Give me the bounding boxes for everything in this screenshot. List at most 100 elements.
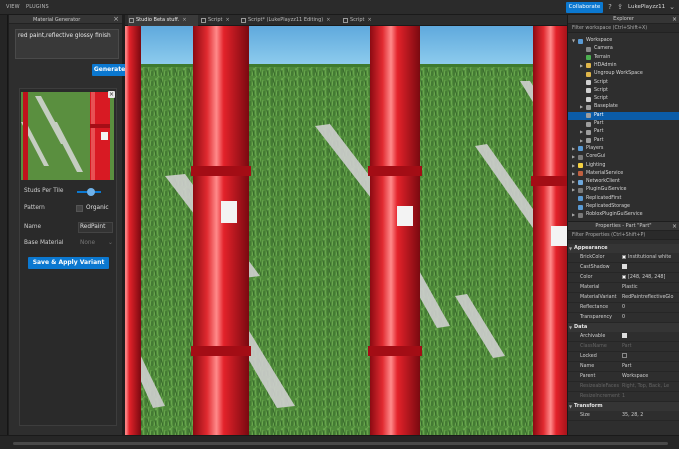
property-value[interactable]: Institutional white xyxy=(622,253,678,263)
username[interactable]: LukePlayzz11 xyxy=(628,4,665,10)
property-row[interactable]: Locked xyxy=(568,352,679,362)
color-swatch[interactable] xyxy=(622,254,626,259)
property-row[interactable]: Transparency 0 xyxy=(568,313,679,323)
chevron-right-icon[interactable]: ▶ xyxy=(572,145,575,153)
save-apply-variant-button[interactable]: Save & Apply Variant xyxy=(28,257,109,269)
explorer-item[interactable]: ▶ Baseplate xyxy=(568,103,679,111)
property-row[interactable]: MaterialVariant RedPaintreflectiveGlo xyxy=(568,293,679,303)
property-value[interactable]: Right, Top, Back, Le xyxy=(622,382,678,392)
property-checkbox[interactable] xyxy=(622,353,627,358)
explorer-item[interactable]: ▶ PluginGuiService xyxy=(568,186,679,194)
chevron-right-icon[interactable]: ▶ xyxy=(580,103,583,111)
property-value[interactable]: 1 xyxy=(622,392,678,402)
property-value[interactable] xyxy=(622,352,678,362)
chevron-right-icon[interactable]: ▶ xyxy=(580,137,583,145)
property-section-header[interactable]: ▼ Data xyxy=(568,323,679,332)
property-row[interactable]: Material Plastic xyxy=(568,283,679,293)
explorer-item[interactable]: ReplicatedStorage xyxy=(568,203,679,211)
explorer-item[interactable]: ▶ CoreGui xyxy=(568,153,679,161)
property-value[interactable] xyxy=(622,332,678,342)
base-material-select[interactable]: None xyxy=(80,240,95,246)
explorer-item[interactable]: ▶ Part xyxy=(568,137,679,145)
property-row[interactable]: Parent Workspace xyxy=(568,372,679,382)
close-icon[interactable]: × xyxy=(182,17,186,23)
properties-filter-input[interactable]: Filter Properties (Ctrl+Shift+P) xyxy=(568,231,679,240)
explorer-filter-input[interactable]: Filter workspace (Ctrl+Shift+X) xyxy=(568,24,679,33)
tab-script-2[interactable]: Script × xyxy=(342,15,380,26)
tab-script[interactable]: Script × xyxy=(200,15,238,26)
explorer-item[interactable]: ▶ Players xyxy=(568,145,679,153)
chevron-right-icon[interactable]: ▶ xyxy=(580,62,583,70)
property-section-header[interactable]: ▼ Appearance xyxy=(568,244,679,253)
property-row[interactable]: Size 35, 28, 2 xyxy=(568,411,679,421)
property-section-header[interactable]: ▼ Transform xyxy=(568,402,679,411)
chevron-right-icon[interactable]: ▶ xyxy=(572,153,575,161)
chevron-down-icon[interactable]: ▼ xyxy=(569,402,572,411)
share-icon[interactable]: ⇪ xyxy=(616,3,624,11)
menu-plugins[interactable]: PLUGINS xyxy=(26,4,49,10)
chevron-right-icon[interactable]: ▶ xyxy=(580,128,583,136)
prompt-input[interactable]: red paint,reflective glossy finish xyxy=(15,29,119,59)
explorer-item[interactable]: Script xyxy=(568,87,679,95)
close-icon[interactable]: × xyxy=(226,17,230,23)
property-row[interactable]: ResizeIncrement 1 xyxy=(568,392,679,402)
generate-button[interactable]: Generate xyxy=(92,64,127,76)
property-row[interactable]: ClassName Part xyxy=(568,342,679,352)
property-value[interactable]: 35, 28, 2 xyxy=(622,411,678,421)
property-row[interactable]: CastShadow xyxy=(568,263,679,273)
explorer-item[interactable]: ▼ Workspace xyxy=(568,37,679,45)
chevron-right-icon[interactable]: ▶ xyxy=(572,170,575,178)
explorer-item[interactable]: Script xyxy=(568,95,679,103)
explorer-item[interactable]: Script xyxy=(568,79,679,87)
explorer-item[interactable]: Camera xyxy=(568,45,679,53)
explorer-item[interactable]: ▶ HDAdmin xyxy=(568,62,679,70)
property-value[interactable]: 0 xyxy=(622,303,678,313)
pattern-checkbox[interactable] xyxy=(76,205,83,212)
property-row[interactable]: Archivable xyxy=(568,332,679,342)
explorer-item[interactable]: ▶ MaterialService xyxy=(568,170,679,178)
explorer-item[interactable]: Ungroup WorkSpace xyxy=(568,70,679,78)
property-value[interactable]: [248, 248, 248] xyxy=(622,273,678,283)
property-value[interactable]: Workspace xyxy=(622,372,678,382)
chevron-right-icon[interactable]: ▶ xyxy=(572,162,575,170)
property-row[interactable]: ResizeableFaces Right, Top, Back, Le xyxy=(568,382,679,392)
property-checkbox[interactable] xyxy=(622,264,627,269)
3d-viewport[interactable] xyxy=(125,26,567,435)
menu-view[interactable]: VIEW xyxy=(6,4,20,10)
slider-handle[interactable] xyxy=(87,187,96,196)
property-value[interactable] xyxy=(622,263,678,273)
explorer-item[interactable]: ▶ Part xyxy=(568,128,679,136)
explorer-item[interactable]: Part xyxy=(568,120,679,128)
chevron-down-icon[interactable]: ▼ xyxy=(569,323,572,332)
property-value[interactable]: RedPaintreflectiveGlo xyxy=(622,293,678,303)
color-swatch[interactable] xyxy=(622,274,626,279)
property-value[interactable]: Plastic xyxy=(622,283,678,293)
close-icon[interactable]: × xyxy=(108,91,115,98)
chevron-down-icon[interactable]: ⌄ xyxy=(108,240,113,246)
property-value[interactable]: 0 xyxy=(622,313,678,323)
close-icon[interactable]: × xyxy=(326,17,330,23)
collaborate-button[interactable]: Collaborate xyxy=(566,2,603,13)
explorer-item[interactable]: ReplicatedFirst xyxy=(568,195,679,203)
chevron-down-icon[interactable]: ▼ xyxy=(572,37,575,45)
horizontal-scrollbar[interactable] xyxy=(13,442,668,445)
explorer-item[interactable]: Part xyxy=(568,111,679,120)
property-value[interactable]: Part xyxy=(622,362,678,372)
property-value[interactable]: Part xyxy=(622,342,678,352)
property-row[interactable]: BrickColor Institutional white xyxy=(568,253,679,263)
close-icon[interactable]: × xyxy=(672,222,677,231)
tab-studio[interactable]: Studio Beta stuff. × xyxy=(128,15,198,26)
property-row[interactable]: Name Part xyxy=(568,362,679,372)
close-icon[interactable]: × xyxy=(113,15,119,23)
help-icon[interactable]: ? xyxy=(606,3,614,11)
explorer-item[interactable]: Terrain xyxy=(568,54,679,62)
property-row[interactable]: Color [248, 248, 248] xyxy=(568,273,679,283)
explorer-item[interactable]: ▶ RobloxPluginGuiService xyxy=(568,211,679,219)
property-row[interactable]: Reflectance 0 xyxy=(568,303,679,313)
property-checkbox[interactable] xyxy=(622,333,627,338)
chevron-down-icon[interactable]: ⌄ xyxy=(668,3,676,11)
chevron-right-icon[interactable]: ▶ xyxy=(572,211,575,219)
chevron-right-icon[interactable]: ▶ xyxy=(572,178,575,186)
close-icon[interactable]: × xyxy=(368,17,372,23)
chevron-down-icon[interactable]: ▼ xyxy=(569,244,572,253)
